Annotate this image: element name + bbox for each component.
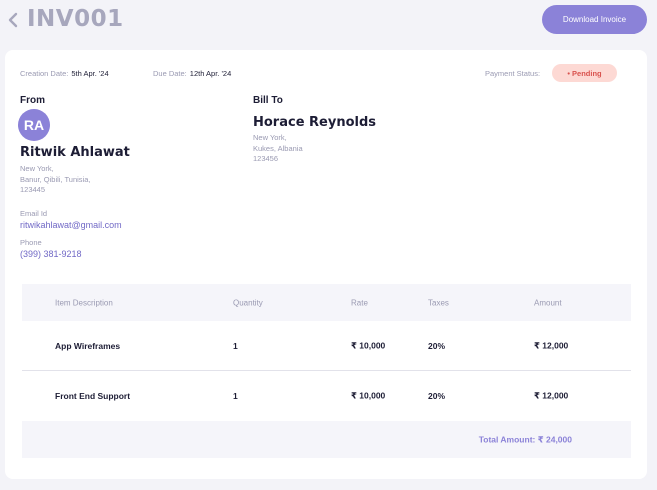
avatar: RA: [18, 109, 50, 141]
column-header-amount: Amount: [534, 298, 562, 307]
invoice-id-title: INV001: [27, 6, 124, 32]
email-value[interactable]: ritwikahlawat@gmail.com: [20, 220, 122, 230]
bill-to-heading: Bill To: [253, 95, 283, 106]
chevron-left-icon: [8, 12, 18, 28]
item-taxes: 20%: [428, 391, 446, 401]
item-description: App Wireframes: [55, 340, 121, 351]
from-address-line: Banur, Qibili, Tunisia,: [20, 174, 91, 184]
bill-to-address-line: Kukes, Albania: [253, 143, 303, 153]
due-date: Due Date: 12th Apr. '24: [153, 69, 231, 78]
item-description: Front End Support: [55, 391, 131, 401]
payment-status: Payment Status:: [485, 69, 540, 78]
column-header-quantity: Quantity: [233, 298, 263, 307]
due-date-value: 12th Apr. '24: [189, 69, 232, 78]
column-header-rate: Rate: [351, 298, 368, 307]
creation-date-label: Creation Date:: [20, 69, 69, 78]
from-name: Ritwik Ahlawat: [20, 145, 130, 160]
table-row: App Wireframes 1 ₹ 10,000 20% ₹ 12,000: [22, 321, 631, 371]
from-address-line: New York,: [20, 164, 54, 173]
status-badge: • Pending: [552, 64, 617, 82]
creation-date-value: 5th Apr. '24: [71, 69, 109, 78]
from-address-line: 123445: [20, 185, 46, 194]
email-label: Email Id: [20, 209, 48, 218]
total-row: Total Amount: ₹ 24,000: [22, 421, 631, 458]
top-bar: INV001 Download Invoice: [0, 0, 657, 44]
item-amount: ₹ 12,000: [534, 340, 569, 350]
download-invoice-button[interactable]: Download Invoice: [542, 5, 647, 34]
item-rate: ₹ 10,000: [351, 390, 386, 401]
from-heading: From: [20, 95, 45, 106]
phone-value[interactable]: (399) 381-9218: [20, 249, 82, 259]
table-row: Front End Support 1 ₹ 10,000 20% ₹ 12,00…: [22, 371, 631, 421]
item-amount: ₹ 12,000: [534, 390, 569, 401]
invoice-card: Creation Date: 5th Apr. '24 Due Date: 12th…: [5, 50, 647, 479]
due-date-label: Due Date:: [153, 69, 187, 78]
back-button[interactable]: [4, 9, 22, 31]
column-header-taxes: Taxes: [428, 298, 449, 307]
item-taxes: 20%: [428, 340, 446, 351]
bill-to-address-line: New York,: [253, 133, 287, 142]
payment-status-label: Payment Status:: [485, 69, 541, 78]
item-quantity: 1: [233, 391, 238, 401]
table-header: Item Description Quantity Rate Taxes Amo…: [22, 284, 631, 321]
bill-to-address: New York, Kukes, Albania 123456: [253, 133, 303, 165]
phone-label: Phone: [20, 238, 42, 247]
creation-date: Creation Date: 5th Apr. '24: [20, 69, 109, 78]
bill-to-name: Horace Reynolds: [253, 115, 377, 130]
bill-to-address-line: 123456: [253, 154, 279, 163]
item-quantity: 1: [233, 340, 238, 351]
items-table: Item Description Quantity Rate Taxes Amo…: [22, 284, 631, 458]
item-rate: ₹ 10,000: [351, 340, 386, 350]
column-header-description: Item Description: [55, 298, 113, 307]
from-address: New York, Banur, Qibili, Tunisia, 123445: [20, 164, 90, 196]
total-amount: Total Amount: ₹ 24,000: [478, 434, 572, 444]
